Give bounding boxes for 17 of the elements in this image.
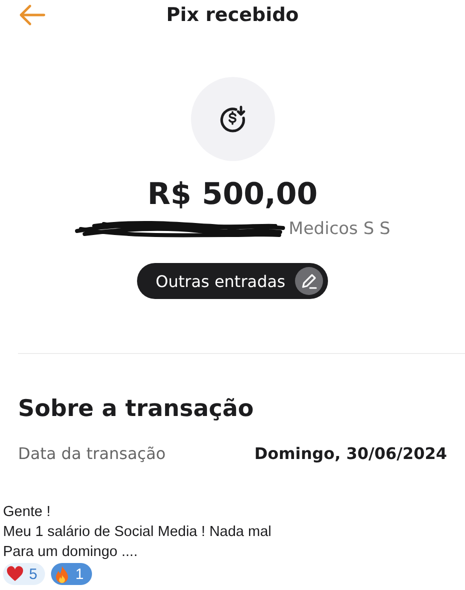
screen-title: Pix recebido: [166, 4, 299, 26]
message-line: Meu 1 salário de Social Media ! Nada mal: [3, 523, 272, 542]
message-line: Para um domingo ....: [3, 543, 139, 562]
pencil-icon: [300, 272, 318, 290]
money-in-icon: [218, 104, 248, 134]
heart-icon: [6, 566, 24, 582]
reaction-button[interactable]: 1: [51, 563, 92, 585]
field-value: Domingo, 30/06/2024: [254, 444, 447, 463]
message-line: Gente !: [3, 503, 52, 522]
payer-name: Medicos S S: [288, 219, 390, 239]
back-arrow-icon[interactable]: [18, 4, 46, 26]
category-button[interactable]: Outras entradas: [136, 263, 328, 299]
flame-icon: [54, 564, 70, 584]
section-title: Sobre a transação: [18, 396, 255, 422]
field-label: Data da transação: [18, 444, 166, 463]
amount: R$ 500,00: [147, 177, 318, 212]
reaction-button[interactable]: 5: [3, 563, 46, 585]
